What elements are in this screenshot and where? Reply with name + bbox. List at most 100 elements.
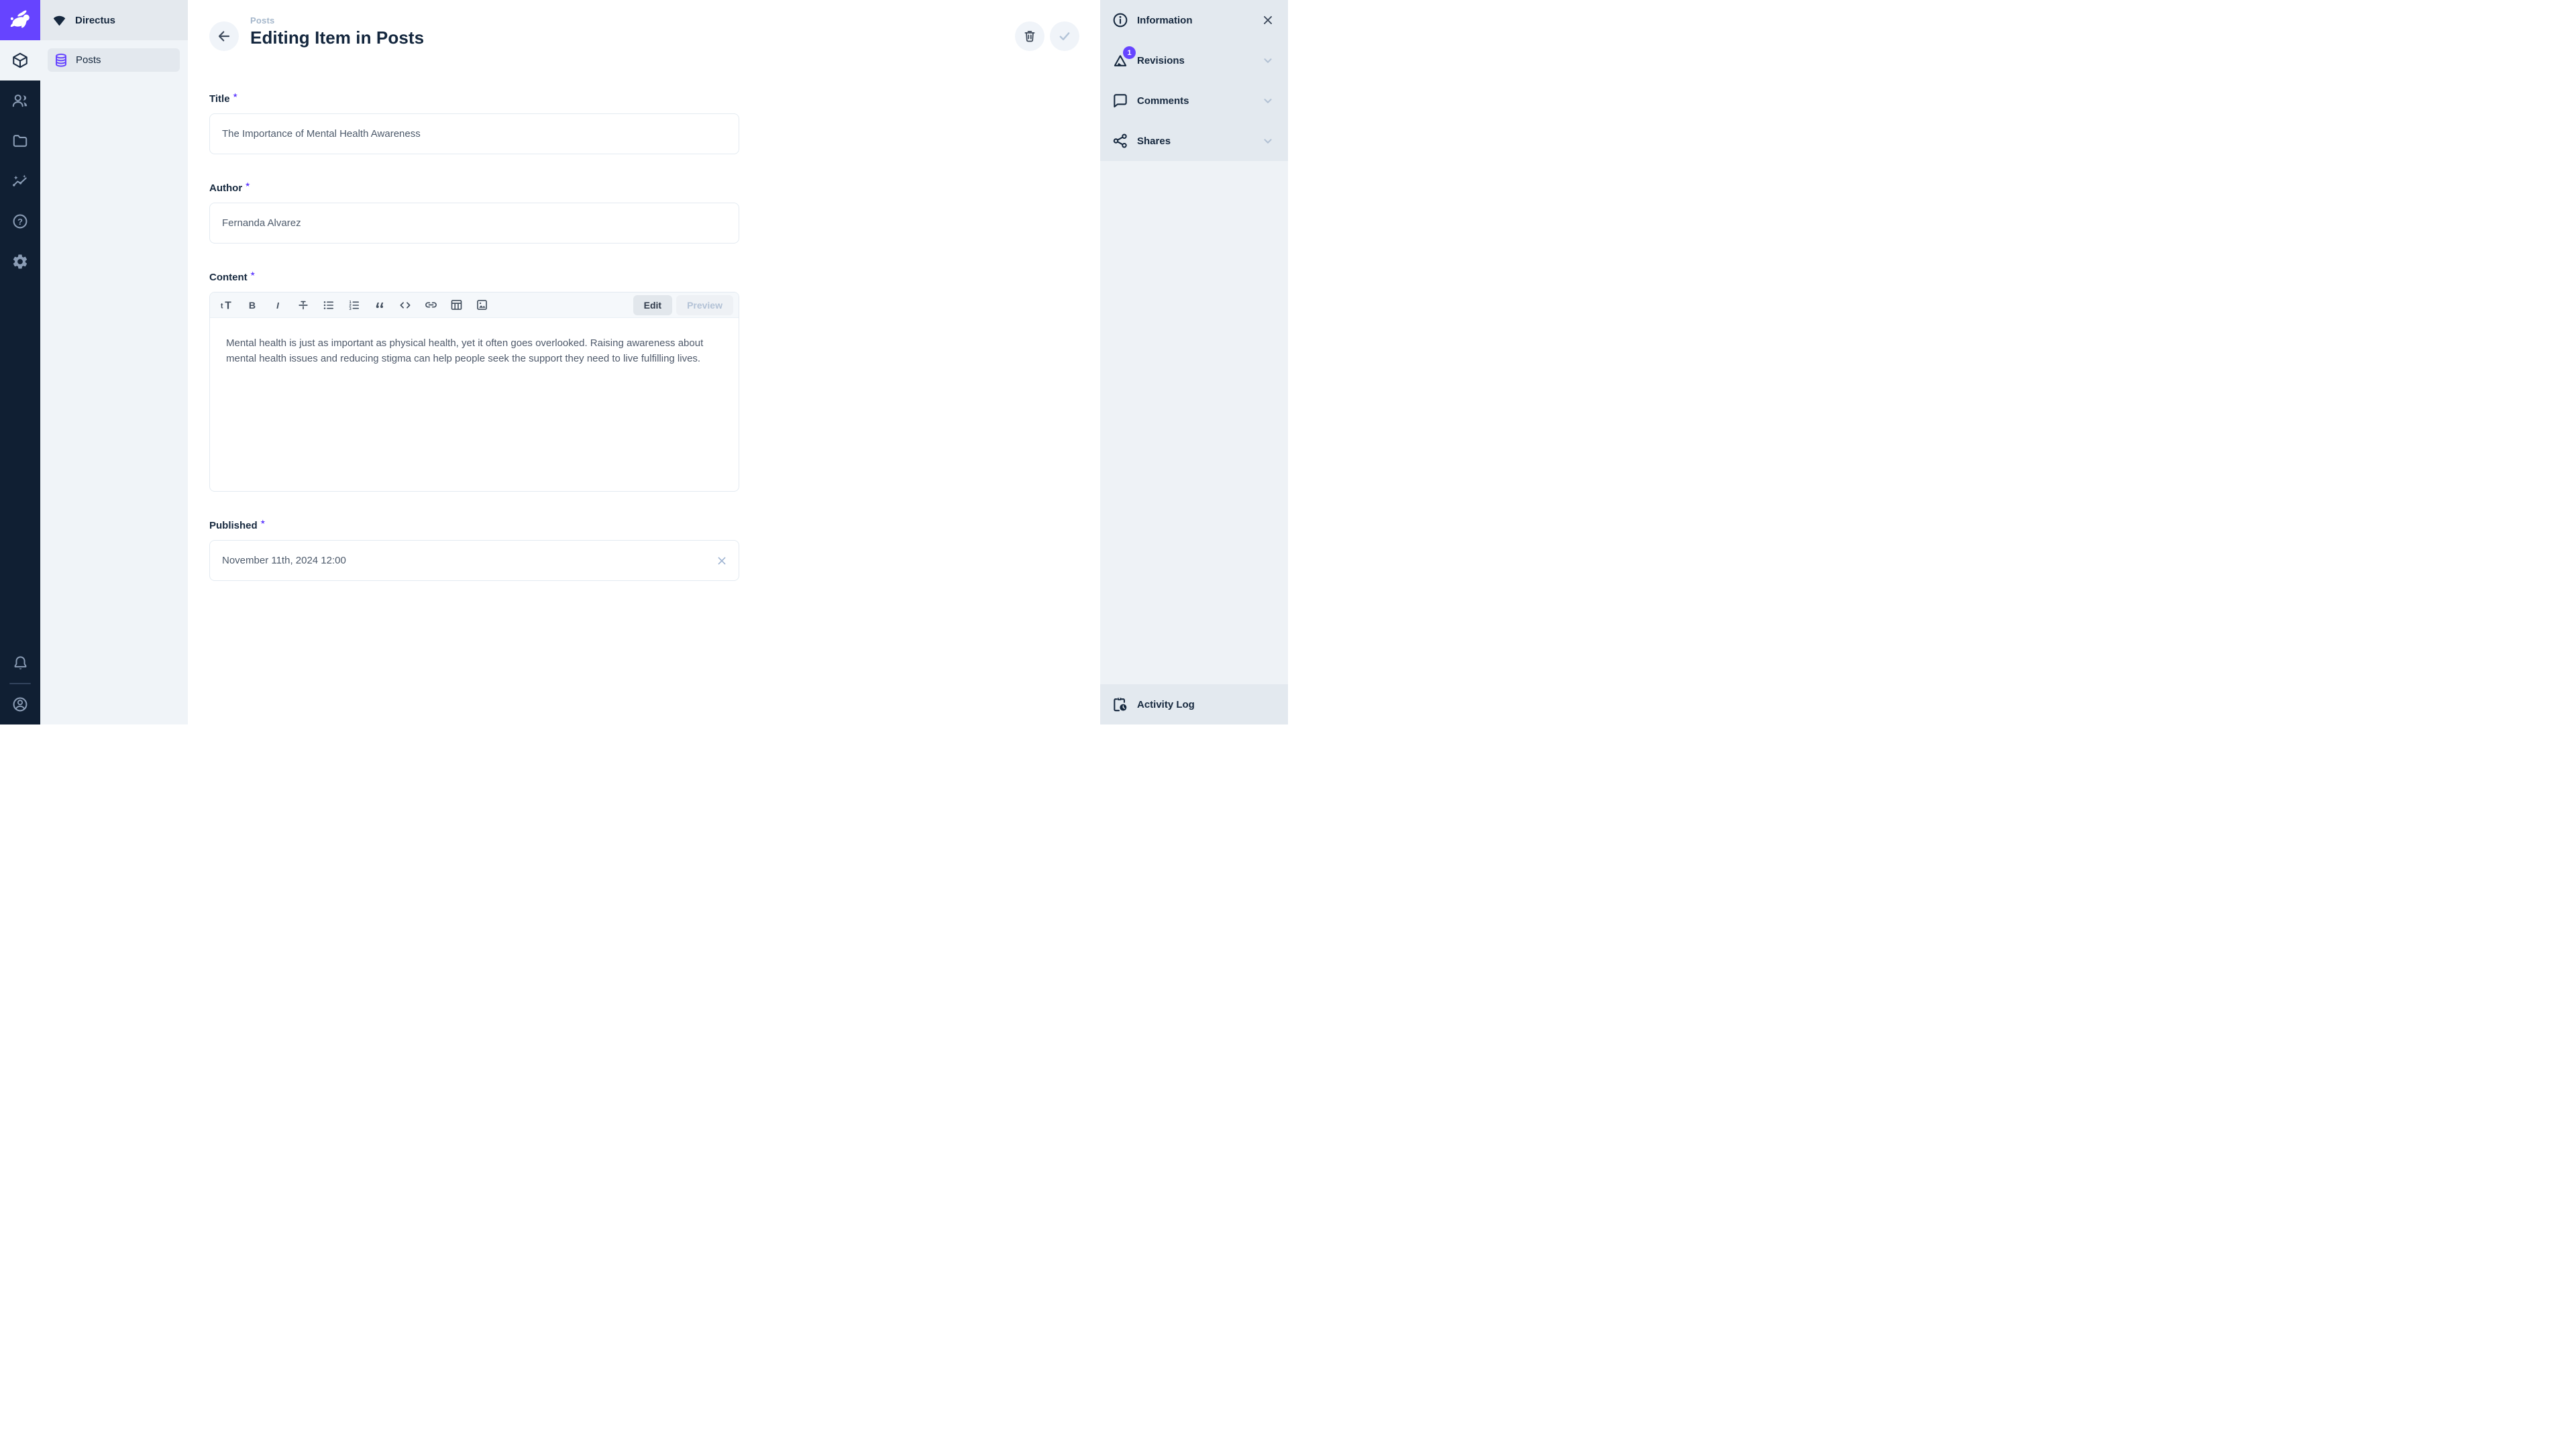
module-bar: ? xyxy=(0,0,40,724)
table-icon xyxy=(449,298,464,312)
back-button[interactable] xyxy=(209,21,239,51)
link-button[interactable] xyxy=(419,295,442,315)
database-icon xyxy=(53,52,69,68)
italic-icon: I xyxy=(271,299,284,312)
section-shares[interactable]: Shares xyxy=(1100,121,1288,161)
users-icon xyxy=(11,92,29,109)
share-icon-wrap xyxy=(1112,132,1129,150)
comments-expand[interactable] xyxy=(1260,93,1275,108)
account-button[interactable] xyxy=(0,684,40,724)
strikethrough-button[interactable] xyxy=(292,295,315,315)
required-marker: ★ xyxy=(245,181,250,188)
strikethrough-icon xyxy=(297,299,310,312)
module-insights[interactable] xyxy=(0,161,40,201)
shares-expand[interactable] xyxy=(1260,133,1275,148)
numbered-list-icon: 1 2 3 xyxy=(347,299,361,312)
save-button[interactable] xyxy=(1050,21,1079,51)
section-revisions[interactable]: 1 Revisions xyxy=(1100,40,1288,80)
bold-button[interactable]: B xyxy=(241,295,264,315)
field-content: Content★ t T B xyxy=(209,270,739,492)
format-size-icon: t T xyxy=(219,298,234,313)
close-icon xyxy=(1260,13,1275,28)
activity-log-label: Activity Log xyxy=(1137,699,1195,710)
section-comments[interactable]: Comments xyxy=(1100,80,1288,121)
editor-toolbar: t T B I xyxy=(210,292,739,318)
close-sidebar-button[interactable] xyxy=(1260,13,1275,28)
field-title: Title★ The Importance of Mental Health A… xyxy=(209,92,739,154)
notifications-button[interactable] xyxy=(0,643,40,683)
account-circle-icon xyxy=(11,696,29,713)
directus-logo[interactable] xyxy=(0,0,40,40)
title-input[interactable]: The Importance of Mental Health Awarenes… xyxy=(209,113,739,154)
comment-icon-wrap xyxy=(1112,92,1129,109)
format-size-button[interactable]: t T xyxy=(215,295,238,315)
info-icon xyxy=(1112,11,1129,29)
module-help[interactable]: ? xyxy=(0,201,40,241)
tab-preview[interactable]: Preview xyxy=(676,295,733,315)
revisions-expand[interactable] xyxy=(1260,53,1275,68)
bulleted-list-button[interactable] xyxy=(317,295,340,315)
help-icon: ? xyxy=(11,213,29,230)
chevron-down-icon xyxy=(1260,93,1275,108)
table-button[interactable] xyxy=(445,295,468,315)
clear-date-button[interactable] xyxy=(714,541,729,580)
section-label: Revisions xyxy=(1137,55,1185,66)
module-file-library[interactable] xyxy=(0,121,40,161)
published-input[interactable]: November 11th, 2024 12:00 xyxy=(209,540,739,581)
module-bar-spacer xyxy=(0,282,40,643)
field-title-label: Title★ xyxy=(209,92,739,105)
required-marker: ★ xyxy=(250,270,256,277)
info-icon xyxy=(1112,11,1129,29)
sidebar-item-label: Posts xyxy=(76,54,101,66)
section-label: Information xyxy=(1137,15,1193,26)
project-header[interactable]: Directus xyxy=(40,0,188,40)
breadcrumb[interactable]: Posts xyxy=(250,15,424,25)
project-status-icon xyxy=(52,13,66,28)
activity-log-icon-wrap xyxy=(1112,696,1129,713)
bell-icon xyxy=(12,655,29,672)
required-marker: ★ xyxy=(260,519,266,525)
editor-tabs: Edit Preview xyxy=(633,295,733,315)
chevron-down-icon xyxy=(1260,133,1275,148)
required-marker: ★ xyxy=(233,92,238,99)
bulleted-list-icon xyxy=(322,299,335,312)
module-settings[interactable] xyxy=(0,241,40,282)
field-author-label: Author★ xyxy=(209,181,739,194)
module-content[interactable] xyxy=(0,40,40,80)
navigation-sidebar: Directus Posts xyxy=(40,0,188,724)
activity-log-button[interactable]: Activity Log xyxy=(1100,684,1288,724)
clipboard-clock-icon xyxy=(1112,696,1129,713)
italic-button[interactable]: I xyxy=(266,295,289,315)
sidebar-item-posts[interactable]: Posts xyxy=(48,48,180,72)
arrow-left-icon xyxy=(216,28,232,44)
module-user-directory[interactable] xyxy=(0,80,40,121)
field-published: Published★ November 11th, 2024 12:00 xyxy=(209,519,739,581)
svg-text:t: t xyxy=(221,302,223,310)
numbered-list-button[interactable]: 1 2 3 xyxy=(343,295,366,315)
tab-edit[interactable]: Edit xyxy=(633,295,672,315)
image-button[interactable] xyxy=(470,295,493,315)
content-textarea[interactable]: Mental health is just as important as ph… xyxy=(210,318,739,384)
section-information[interactable]: Information xyxy=(1100,0,1288,40)
sidebar-sections: Information 1 Revisions xyxy=(1100,0,1288,161)
code-icon xyxy=(398,299,412,312)
svg-text:T: T xyxy=(225,300,231,311)
check-icon xyxy=(1057,28,1073,44)
directus-app: ? Dir xyxy=(0,0,1288,724)
field-content-label: Content★ xyxy=(209,270,739,283)
chevron-down-icon xyxy=(1260,53,1275,68)
revisions-icon-wrap: 1 xyxy=(1112,52,1129,69)
cube-icon xyxy=(11,52,29,69)
delete-item-button[interactable] xyxy=(1015,21,1044,51)
author-input[interactable]: Fernanda Alvarez xyxy=(209,203,739,244)
svg-text:3: 3 xyxy=(350,307,352,311)
gear-icon xyxy=(11,253,29,270)
blockquote-button[interactable] xyxy=(368,295,391,315)
info-sidebar: Information 1 Revisions xyxy=(1100,0,1288,724)
code-button[interactable] xyxy=(394,295,417,315)
main-content: Posts Editing Item in Posts Title★ xyxy=(188,0,1100,724)
svg-text:B: B xyxy=(249,301,256,311)
trash-icon xyxy=(1022,29,1037,44)
sidebar-empty-space xyxy=(1100,161,1288,684)
project-name: Directus xyxy=(75,15,115,26)
